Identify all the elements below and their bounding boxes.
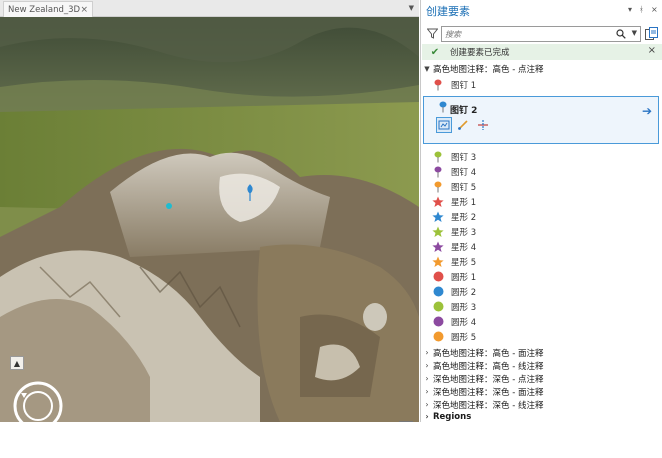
template-item[interactable]: 星形 5 <box>431 254 651 269</box>
star-icon <box>432 256 444 267</box>
pin-icon <box>434 166 442 177</box>
map-notes-icon[interactable] <box>399 421 413 422</box>
layer-group-label: 高色地图注释：高色 - 点注释 <box>433 64 544 75</box>
search-icon[interactable] <box>616 29 626 39</box>
arrow-right-icon[interactable]: ➔ <box>642 104 652 118</box>
chevron-down-icon[interactable]: ▼ <box>409 4 414 12</box>
layer-group-header[interactable]: ▼ 高色地图注释：高色 - 点注释 <box>421 62 661 75</box>
template-label: 图钉 4 <box>451 167 477 178</box>
chevron-down-icon[interactable]: ▼ <box>421 65 433 73</box>
template-label: 星形 4 <box>451 242 477 253</box>
map-view[interactable]: New Zealand_3D × ▼ ▲ <box>0 0 419 422</box>
layer-group-header[interactable]: › Regions <box>421 410 661 423</box>
template-item[interactable]: 图钉 4 <box>431 164 651 179</box>
chevron-right-icon[interactable]: › <box>421 412 433 421</box>
template-label: 图钉 2 <box>450 106 478 116</box>
map-point-marker[interactable] <box>166 203 172 209</box>
layer-group-label: 高色地图注释：高色 - 线注释 <box>433 361 544 372</box>
map-tab-label: New Zealand_3D <box>8 4 81 15</box>
star-icon <box>432 226 444 237</box>
template-label: 圆形 4 <box>451 317 477 328</box>
map-tab-bar: New Zealand_3D × ▼ <box>0 0 419 17</box>
star-icon <box>432 196 444 207</box>
template-item[interactable]: 星形 2 <box>431 209 651 224</box>
pin-icon <box>439 101 447 113</box>
pane-title: 创建要素 <box>426 5 470 18</box>
pin-icon <box>434 79 442 90</box>
pane-menu-icon[interactable]: ▾ <box>628 5 632 14</box>
status-text: 创建要素已完成 <box>450 48 510 58</box>
template-item[interactable]: 圆形 3 <box>431 299 651 314</box>
template-label: 圆形 3 <box>451 302 477 313</box>
template-item[interactable]: 图钉 1 <box>431 77 651 92</box>
pin-icon <box>434 151 442 162</box>
template-item[interactable]: 星形 3 <box>431 224 651 239</box>
3d-scene[interactable]: ▲ <box>0 17 419 422</box>
search-input[interactable] <box>445 28 610 40</box>
template-label: 星形 2 <box>451 212 477 223</box>
template-label: 星形 3 <box>451 227 477 238</box>
layer-group-label: 深色地图注释：深色 - 点注释 <box>433 374 544 385</box>
manage-templates-icon[interactable] <box>645 27 658 40</box>
circle-icon <box>433 271 443 282</box>
close-icon[interactable]: × <box>80 5 88 15</box>
template-item[interactable]: 圆形 1 <box>431 269 651 284</box>
pin-pane-icon[interactable]: ᚼ <box>639 5 644 14</box>
layer-group-header[interactable]: › 深色地图注释：深色 - 点注释 <box>421 372 661 385</box>
chevron-right-icon[interactable]: › <box>421 387 433 396</box>
chevron-right-icon[interactable]: › <box>421 361 433 370</box>
navigator-icon[interactable] <box>13 381 63 422</box>
close-icon[interactable]: × <box>648 45 656 56</box>
layer-group-label: 深色地图注释：深色 - 面注释 <box>433 387 544 398</box>
template-label: 图钉 5 <box>451 182 477 193</box>
status-message: ✔ 创建要素已完成 × <box>422 44 662 60</box>
template-label: 图钉 1 <box>451 80 477 91</box>
template-label: 圆形 5 <box>451 332 477 343</box>
filter-icon[interactable] <box>427 28 438 39</box>
create-features-pane: 创建要素 ▾ ᚼ × ▼ ✔ 创建要素已完成 × ▼ 高色地图注释： <box>420 0 662 422</box>
point-tool-icon[interactable] <box>436 117 452 133</box>
template-item[interactable]: 星形 4 <box>431 239 651 254</box>
layer-group-label: 深色地图注释：深色 - 线注释 <box>433 400 544 411</box>
layer-group-label: 高色地图注释：高色 - 面注释 <box>433 348 544 359</box>
layer-group-label: Regions <box>433 411 472 422</box>
circle-icon <box>433 286 443 297</box>
template-item[interactable]: 图钉 3 <box>431 149 651 164</box>
map-tab[interactable]: New Zealand_3D × <box>3 1 93 17</box>
circle-icon <box>433 301 443 312</box>
search-box[interactable]: ▼ <box>441 26 641 42</box>
chevron-right-icon[interactable]: › <box>421 400 433 409</box>
template-label: 星形 5 <box>451 257 477 268</box>
layer-group-header[interactable]: › 高色地图注释：高色 - 面注释 <box>421 346 661 359</box>
split-tool-icon[interactable] <box>475 117 491 133</box>
selected-template-card[interactable]: 图钉 2 ➔ <box>423 96 659 144</box>
template-item[interactable]: 圆形 5 <box>431 329 651 344</box>
template-item[interactable]: 圆形 4 <box>431 314 651 329</box>
search-row: ▼ <box>421 26 662 42</box>
template-item[interactable]: 星形 1 <box>431 194 651 209</box>
template-item[interactable]: 图钉 5 <box>431 179 651 194</box>
chevron-right-icon[interactable]: › <box>421 348 433 357</box>
pin-icon <box>434 181 442 192</box>
template-item[interactable]: 圆形 2 <box>431 284 651 299</box>
pane-header: 创建要素 ▾ ᚼ × <box>421 0 662 22</box>
circle-icon <box>433 331 443 342</box>
close-icon[interactable]: × <box>651 5 658 14</box>
chevron-down-icon[interactable]: ▼ <box>632 29 637 37</box>
check-icon: ✔ <box>430 46 440 58</box>
chevron-right-icon[interactable]: › <box>421 374 433 383</box>
layer-group-header[interactable]: › 高色地图注释：高色 - 线注释 <box>421 359 661 372</box>
template-label: 图钉 3 <box>451 152 477 163</box>
circle-icon <box>433 316 443 327</box>
terrain-image <box>0 17 419 422</box>
template-label: 圆形 2 <box>451 287 477 298</box>
layer-group-header[interactable]: › 深色地图注释：深色 - 面注释 <box>421 385 661 398</box>
expand-navigator-icon[interactable]: ▲ <box>10 356 24 370</box>
template-label: 星形 1 <box>451 197 477 208</box>
template-label: 圆形 1 <box>451 272 477 283</box>
star-icon <box>432 211 444 222</box>
star-icon <box>432 241 444 252</box>
line-tool-icon[interactable] <box>455 117 471 133</box>
